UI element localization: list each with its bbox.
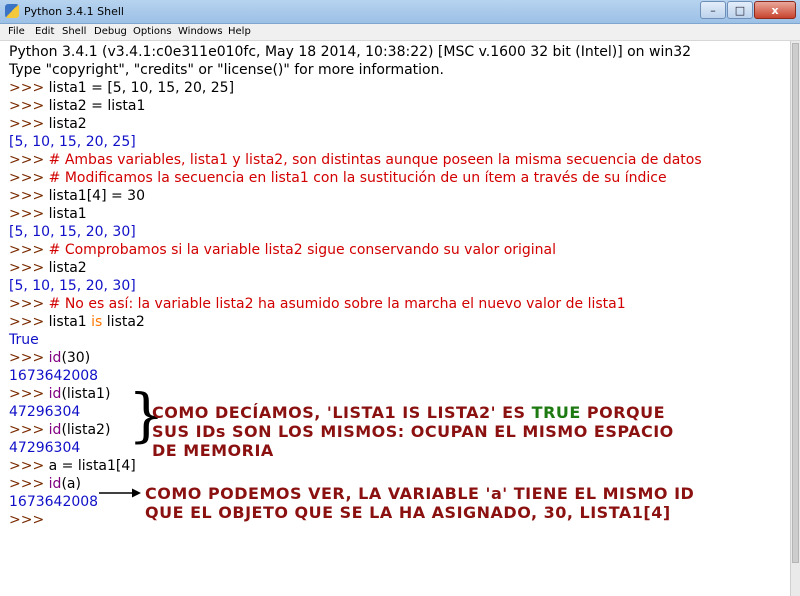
input-line: >>> lista2 — [9, 115, 87, 133]
prompt: >>> — [9, 152, 49, 168]
output-line: [5, 10, 15, 20, 25] — [9, 134, 136, 150]
comment-text: # Modificamos la secuencia en lista1 con… — [48, 170, 667, 186]
comment-text: # Comprobamos si la variable lista2 sigu… — [48, 242, 557, 258]
prompt: >>> — [9, 206, 49, 222]
builtin-id: id — [48, 476, 62, 492]
builtin-id: id — [48, 422, 62, 438]
annotation-text: PORQUE — [580, 403, 666, 422]
code-text: (lista1) — [61, 386, 111, 402]
output-line: [5, 10, 15, 20, 30] — [9, 224, 136, 240]
python-icon — [5, 4, 19, 18]
code-text: lista2 — [48, 116, 87, 132]
builtin-id: id — [48, 386, 62, 402]
output-line: 47296304 — [9, 404, 81, 420]
annotation-1-line-1: COMO DECÍAMOS, 'LISTA1 IS LISTA2' ES TRU… — [152, 403, 665, 422]
code-text: lista2 — [48, 260, 87, 276]
input-line: >>> id(lista1) — [9, 385, 110, 403]
menu-help[interactable]: Help — [228, 26, 251, 37]
input-line: >>> lista2 — [9, 259, 87, 277]
menu-file[interactable]: File — [8, 26, 25, 37]
annotation-text: COMO DECÍAMOS, 'LISTA1 IS LISTA2' ES — [152, 403, 532, 422]
menu-debug[interactable]: Debug — [94, 26, 127, 37]
banner-info-line: Type "copyright", "credits" or "license(… — [9, 62, 444, 78]
prompt: >>> — [9, 242, 49, 258]
code-text: lista1 = [5, 10, 15, 20, 25] — [48, 80, 235, 96]
prompt: >>> — [9, 98, 49, 114]
output-line: True — [9, 332, 39, 348]
comment-line: >>> # No es así: la variable lista2 ha a… — [9, 295, 626, 313]
arrow-icon — [99, 488, 141, 498]
code-text: (lista2) — [61, 422, 111, 438]
annotation-1-line-2: SUS IDs SON LOS MISMOS: OCUPAN EL MISMO … — [152, 422, 674, 441]
code-text: a = lista1[4] — [48, 458, 136, 474]
prompt: >>> — [9, 188, 49, 204]
keyword-is: is — [91, 314, 103, 330]
banner-line: Python 3.4.1 (v3.4.1:c0e311e010fc, May 1… — [9, 44, 692, 60]
maximize-button[interactable]: □ — [727, 1, 753, 19]
code-text: lista1 — [48, 206, 87, 222]
title-bar[interactable]: Python 3.4.1 Shell – □ x — [0, 0, 800, 24]
window-title: Python 3.4.1 Shell — [24, 5, 124, 18]
current-prompt[interactable]: >>> — [9, 511, 49, 529]
annotation-2-line-1: COMO PODEMOS VER, LA VARIABLE 'a' TIENE … — [145, 484, 695, 503]
prompt: >>> — [9, 80, 49, 96]
menu-edit[interactable]: Edit — [35, 26, 54, 37]
output-line: 1673642008 — [9, 494, 99, 510]
true-highlight: TRUE — [531, 403, 581, 422]
prompt: >>> — [9, 170, 49, 186]
annotation-1-line-3: DE MEMORIA — [152, 441, 274, 460]
close-button[interactable]: x — [754, 1, 796, 19]
code-text: (30) — [61, 350, 91, 366]
prompt: >>> — [9, 476, 49, 492]
prompt: >>> — [9, 314, 49, 330]
code-text: lista2 — [102, 314, 145, 330]
input-line: >>> lista2 = lista1 — [9, 97, 145, 115]
prompt: >>> — [9, 386, 49, 402]
comment-text: # No es así: la variable lista2 ha asumi… — [48, 296, 626, 312]
annotation-2-line-2: QUE EL OBJETO QUE SE LA HA ASIGNADO, 30,… — [145, 503, 671, 522]
code-text: (a) — [61, 476, 81, 492]
prompt: >>> — [9, 422, 49, 438]
comment-line: >>> # Ambas variables, lista1 y lista2, … — [9, 151, 702, 169]
minimize-button[interactable]: – — [700, 1, 726, 19]
menu-shell[interactable]: Shell — [62, 26, 86, 37]
menu-options[interactable]: Options — [133, 26, 172, 37]
prompt: >>> — [9, 296, 49, 312]
prompt: >>> — [9, 458, 49, 474]
input-line: >>> lista1 — [9, 205, 87, 223]
input-line: >>> id(a) — [9, 475, 81, 493]
comment-text: # Ambas variables, lista1 y lista2, son … — [48, 152, 702, 168]
prompt: >>> — [9, 350, 49, 366]
prompt: >>> — [9, 260, 49, 276]
menu-bar: File Edit Shell Debug Options Windows He… — [0, 24, 800, 41]
prompt: >>> — [9, 116, 49, 132]
output-line: 1673642008 — [9, 368, 99, 384]
comment-line: >>> # Comprobamos si la variable lista2 … — [9, 241, 556, 259]
code-text: lista2 = lista1 — [48, 98, 146, 114]
code-text: lista1 — [48, 314, 92, 330]
code-text: lista1[4] = 30 — [48, 188, 145, 204]
input-line: >>> a = lista1[4] — [9, 457, 136, 475]
input-line: >>> lista1 is lista2 — [9, 313, 145, 331]
window-controls: – □ x — [700, 1, 796, 19]
output-line: [5, 10, 15, 20, 30] — [9, 278, 136, 294]
scrollbar-thumb[interactable] — [792, 43, 799, 563]
output-line: 47296304 — [9, 440, 81, 456]
input-line: >>> lista1[4] = 30 — [9, 187, 145, 205]
input-line: >>> id(30) — [9, 349, 90, 367]
builtin-id: id — [48, 350, 62, 366]
input-line: >>> lista1 = [5, 10, 15, 20, 25] — [9, 79, 234, 97]
menu-windows[interactable]: Windows — [178, 26, 223, 37]
vertical-scrollbar[interactable] — [790, 41, 800, 596]
comment-line: >>> # Modificamos la secuencia en lista1… — [9, 169, 667, 187]
input-line: >>> id(lista2) — [9, 421, 110, 439]
